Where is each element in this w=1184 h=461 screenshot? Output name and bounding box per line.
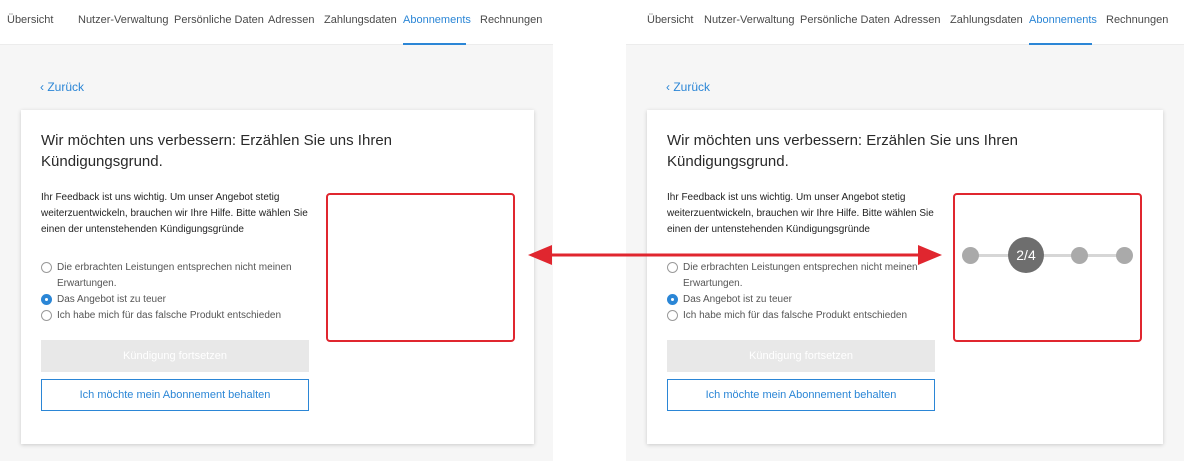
arrow-head-left xyxy=(528,245,552,265)
double-arrow-icon xyxy=(528,245,942,265)
arrow-head-right xyxy=(918,245,942,265)
comparison-stage: Übersicht Nutzer-Verwaltung Persönliche … xyxy=(0,0,1184,461)
